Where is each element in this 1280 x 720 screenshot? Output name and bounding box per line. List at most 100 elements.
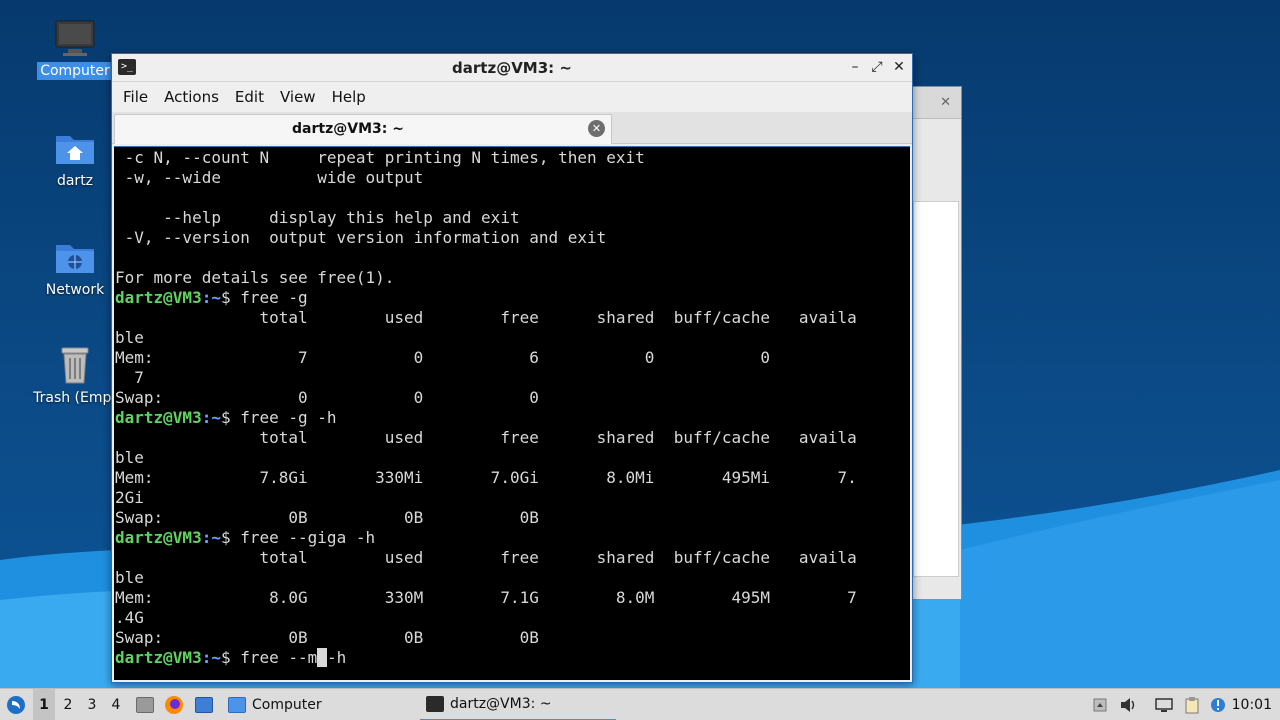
workspace-2[interactable]: 2 xyxy=(57,689,79,720)
file-manager-icon xyxy=(136,697,154,713)
output-text: Mem: 7.8Gi 330Mi 7.0Gi 8.0Mi 495Mi 7. xyxy=(115,468,857,487)
task-label: dartz@VM3: ~ xyxy=(450,696,552,712)
output-text: -V, --version output version information… xyxy=(115,228,607,247)
terminal-line: --help display this help and exit xyxy=(115,208,910,228)
desktop-icon-computer[interactable]: Computer xyxy=(25,18,125,80)
terminal-line: total used free shared buff/cache availa xyxy=(115,428,910,448)
file-manager-launcher[interactable] xyxy=(134,689,156,720)
terminal-line: Mem: 8.0G 330M 7.1G 8.0M 495M 7 xyxy=(115,588,910,608)
workspace-4[interactable]: 4 xyxy=(105,689,127,720)
terminal-output[interactable]: -c N, --count N repeat printing N times,… xyxy=(114,146,910,680)
desktop-icon-trash[interactable]: Trash (Empt xyxy=(25,345,125,407)
menu-view[interactable]: View xyxy=(272,88,324,106)
clock[interactable]: 10:01 xyxy=(1232,689,1272,720)
tab-close-icon[interactable]: ✕ xyxy=(588,120,605,137)
task-computer[interactable]: Computer xyxy=(222,689,418,720)
menu-edit[interactable]: Edit xyxy=(227,88,272,106)
taskbar: 1 2 3 4 Computer dartz@VM3: ~ 10:01 xyxy=(0,688,1280,720)
output-text: 2Gi xyxy=(115,488,144,507)
terminal-line: 2Gi xyxy=(115,488,910,508)
command-text-after-cursor: -h xyxy=(326,648,347,667)
prompt-path: :~ xyxy=(201,528,221,547)
prompt-symbol: $ xyxy=(220,528,241,547)
workspace-1[interactable]: 1 xyxy=(33,689,55,720)
terminal-line: total used free shared buff/cache availa xyxy=(115,548,910,568)
desktop-icon-network[interactable]: Network xyxy=(25,237,125,299)
prompt-user: dartz@VM3 xyxy=(115,648,202,667)
maximize-button[interactable]: ⤢ xyxy=(870,58,884,76)
command-text: free --m xyxy=(240,648,318,667)
close-icon[interactable]: ✕ xyxy=(940,95,951,110)
workspace-3[interactable]: 3 xyxy=(81,689,103,720)
terminal-prompt-line: dartz@VM3:~$ free --m -h xyxy=(115,648,910,668)
menu-bar: File Actions Edit View Help xyxy=(112,82,912,112)
terminal-prompt-line: dartz@VM3:~$ free --giga -h xyxy=(115,528,910,548)
computer-icon xyxy=(55,20,95,56)
terminal-line: -V, --version output version information… xyxy=(115,228,910,248)
tab-bar: dartz@VM3: ~ ✕ xyxy=(112,112,912,144)
terminal-line: -c N, --count N repeat printing N times,… xyxy=(115,148,910,168)
background-window[interactable]: ✕ xyxy=(912,86,962,600)
tab-terminal[interactable]: dartz@VM3: ~ ✕ xyxy=(114,114,612,144)
output-text: Swap: 0B 0B 0B xyxy=(115,508,539,527)
terminal-line: total used free shared buff/cache availa xyxy=(115,308,910,328)
task-terminal[interactable]: dartz@VM3: ~ xyxy=(420,689,616,720)
prompt-user: dartz@VM3 xyxy=(115,528,202,547)
tray-expand-icon[interactable] xyxy=(1090,695,1110,715)
prompt-user: dartz@VM3 xyxy=(115,288,202,307)
command-text: free --giga -h xyxy=(240,528,376,547)
menu-actions[interactable]: Actions xyxy=(156,88,227,106)
home-folder-icon xyxy=(56,136,94,164)
window-titlebar[interactable]: >_ dartz@VM3: ~ – ⤢ ✕ xyxy=(112,54,912,82)
output-text: Mem: 7 0 6 0 0 xyxy=(115,348,771,367)
network-status-icon[interactable] xyxy=(1154,695,1174,715)
clipboard-icon[interactable] xyxy=(1182,695,1202,715)
output-text: total used free shared buff/cache availa xyxy=(115,548,857,567)
output-text: --help display this help and exit xyxy=(115,208,520,227)
output-text: Mem: 8.0G 330M 7.1G 8.0M 495M 7 xyxy=(115,588,857,607)
desktop-icon-label: dartz xyxy=(56,173,94,189)
show-desktop-launcher[interactable] xyxy=(192,689,216,720)
prompt-path: :~ xyxy=(201,648,221,667)
command-text: free -g xyxy=(240,288,308,307)
notification-icon[interactable] xyxy=(1208,695,1228,715)
menu-help[interactable]: Help xyxy=(324,88,374,106)
background-window-titlebar[interactable]: ✕ xyxy=(913,87,961,119)
start-menu-button[interactable] xyxy=(4,689,28,720)
output-text: ble xyxy=(115,328,144,347)
desktop-icon-home[interactable]: dartz xyxy=(25,128,125,190)
output-text: -w, --wide wide output xyxy=(115,168,424,187)
menu-file[interactable]: File xyxy=(115,88,156,106)
minimize-button[interactable]: – xyxy=(848,58,862,76)
firefox-launcher[interactable] xyxy=(163,689,185,720)
desktop-icon-label: Computer xyxy=(37,62,113,80)
output-text: total used free shared buff/cache availa xyxy=(115,308,857,327)
prompt-user: dartz@VM3 xyxy=(115,408,202,427)
terminal-line: ble xyxy=(115,448,910,468)
desktop-icon-label: Network xyxy=(45,282,105,298)
app-menu-icon xyxy=(7,696,25,714)
terminal-line: -w, --wide wide output xyxy=(115,168,910,188)
network-folder-icon xyxy=(56,245,94,273)
firefox-icon xyxy=(165,696,183,714)
output-text: total used free shared buff/cache availa xyxy=(115,428,857,447)
terminal-line: Swap: 0B 0B 0B xyxy=(115,628,910,648)
background-window-content xyxy=(913,201,959,577)
terminal-text: -c N, --count N repeat printing N times,… xyxy=(114,147,910,668)
terminal-line: ble xyxy=(115,328,910,348)
volume-icon[interactable] xyxy=(1118,695,1138,715)
output-text: .4G xyxy=(115,608,144,627)
desktop-icon-label: Trash (Empt xyxy=(33,390,117,406)
desktop-icon xyxy=(195,697,213,713)
folder-icon xyxy=(228,697,246,713)
prompt-path: :~ xyxy=(201,408,221,427)
terminal-line: Mem: 7 0 6 0 0 xyxy=(115,348,910,368)
terminal-line: ble xyxy=(115,568,910,588)
output-text: ble xyxy=(115,568,144,587)
close-button[interactable]: ✕ xyxy=(892,58,906,76)
terminal-window[interactable]: >_ dartz@VM3: ~ – ⤢ ✕ File Actions Edit … xyxy=(111,53,913,683)
terminal-line: 7 xyxy=(115,368,910,388)
task-label: Computer xyxy=(252,697,322,713)
command-text: free -g -h xyxy=(240,408,337,427)
